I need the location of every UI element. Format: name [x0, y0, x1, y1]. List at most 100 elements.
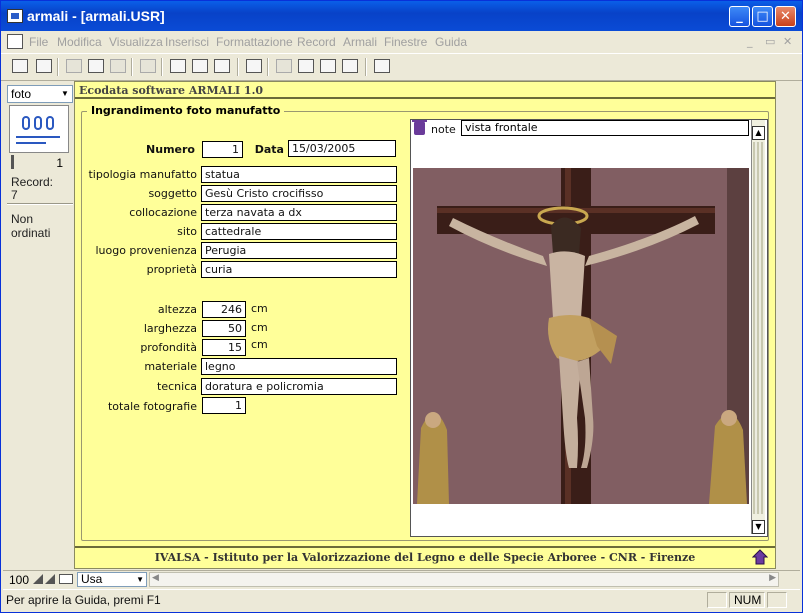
scroll-left-icon[interactable]: ◀ — [152, 573, 159, 583]
close-button[interactable]: ✕ — [775, 6, 796, 27]
status-area: foto ▼ 1 Record: 7 Non ordinati — [3, 83, 73, 569]
book-line — [16, 142, 46, 144]
menu-record[interactable]: Record — [297, 35, 336, 49]
altezza-field[interactable]: 246 — [202, 301, 246, 318]
paste-icon[interactable] — [109, 58, 127, 76]
undo-icon[interactable] — [139, 58, 157, 76]
record-label: Record: — [11, 175, 54, 189]
soggetto-field[interactable]: Gesù Cristo crocifisso — [201, 185, 397, 202]
mode-bar: 100 Usa ▼ ◀ ▶ — [3, 570, 800, 587]
numero-field[interactable]: 1 — [202, 141, 243, 158]
layout-select[interactable]: foto ▼ — [7, 85, 73, 103]
app-icon[interactable] — [7, 9, 23, 23]
totale-fotografie-label: totale fotografie — [107, 400, 197, 413]
copy-icon[interactable] — [87, 58, 105, 76]
larghezza-label: larghezza — [143, 322, 197, 335]
window-title: armali - [armali.USR] — [27, 8, 165, 24]
menu-modifica[interactable]: Modifica — [57, 35, 102, 49]
mode-select[interactable]: Usa ▼ — [77, 572, 147, 587]
mdi-restore-icon[interactable]: ▭ — [765, 35, 775, 48]
find-icon[interactable] — [191, 58, 209, 76]
crucifix-photo[interactable] — [413, 168, 749, 504]
menu-file[interactable]: File — [29, 35, 48, 49]
status-area-toggle-icon[interactable] — [59, 574, 73, 584]
maximize-button[interactable]: □ — [752, 6, 773, 27]
print-icon[interactable] — [11, 58, 29, 76]
proprieta-field[interactable]: curia — [201, 261, 397, 278]
import-icon[interactable] — [275, 58, 293, 76]
app-header: Ecodata software ARMALI 1.0 — [75, 82, 775, 99]
profondita-field[interactable]: 15 — [202, 339, 246, 356]
delete-record-icon[interactable] — [341, 58, 359, 76]
scroll-down-icon[interactable]: ▼ — [752, 520, 765, 534]
toolbar-separator — [267, 58, 269, 76]
collocazione-label: collocazione — [129, 206, 197, 219]
new-record-icon[interactable] — [297, 58, 315, 76]
binder-ring-icon — [34, 116, 42, 130]
toolbar-separator — [57, 58, 59, 76]
proprieta-label: proprietà — [146, 263, 197, 276]
menu-formattazione[interactable]: Formattazione — [216, 35, 293, 49]
menu-finestre[interactable]: Finestre — [384, 35, 427, 49]
sito-label: sito — [177, 225, 197, 238]
chevron-down-icon[interactable]: ▼ — [59, 87, 71, 101]
luogo-provenienza-field[interactable]: Perugia — [201, 242, 397, 259]
tipologia-field[interactable]: statua — [201, 166, 397, 183]
zoom-in-icon[interactable] — [45, 574, 55, 584]
scroll-up-icon[interactable]: ▲ — [752, 126, 765, 140]
record-book-icon[interactable] — [9, 105, 69, 153]
note-field[interactable]: vista frontale — [461, 120, 749, 136]
mode-select-value: Usa — [81, 572, 103, 586]
help-icon[interactable] — [373, 58, 391, 76]
title-bar[interactable]: armali - [armali.USR] _ □ ✕ — [1, 1, 802, 31]
document-icon[interactable] — [7, 34, 23, 49]
larghezza-field[interactable]: 50 — [202, 320, 246, 337]
scroll-right-icon[interactable]: ▶ — [769, 573, 776, 583]
layout-icon[interactable] — [213, 58, 231, 76]
window-vertical-scroll[interactable] — [777, 81, 800, 569]
chevron-down-icon[interactable]: ▼ — [136, 573, 144, 586]
divider — [7, 203, 73, 205]
num-lock-indicator: NUM — [729, 592, 765, 608]
binder-ring-icon — [46, 116, 54, 130]
mdi-close-icon[interactable]: ✕ — [783, 35, 792, 48]
collocazione-field[interactable]: terza navata a dx — [201, 204, 397, 221]
sito-field[interactable]: cattedrale — [201, 223, 397, 240]
numero-label: Numero — [146, 143, 195, 156]
layout-select-value: foto — [11, 87, 32, 101]
menu-visualizza[interactable]: Visualizza — [109, 35, 163, 49]
menu-guida[interactable]: Guida — [435, 35, 467, 49]
scrollbar-thumb[interactable] — [753, 142, 764, 514]
tecnica-field[interactable]: doratura e policromia — [201, 378, 397, 395]
photo-scrollbar[interactable]: ▲ ▼ — [751, 120, 765, 534]
slider-handle[interactable] — [11, 155, 14, 169]
record-slider[interactable]: 1 — [9, 153, 69, 171]
zoom-level[interactable]: 100 — [9, 573, 29, 587]
menu-inserisci[interactable]: Inserisci — [165, 35, 209, 49]
browse-icon[interactable] — [169, 58, 187, 76]
cut-icon[interactable] — [65, 58, 83, 76]
status-cell-empty — [707, 592, 727, 608]
zoom-out-icon[interactable] — [33, 574, 43, 584]
app-window: armali - [armali.USR] _ □ ✕ File Modific… — [0, 0, 803, 613]
materiale-field[interactable]: legno — [201, 358, 397, 375]
record-slider-value: 1 — [56, 156, 63, 170]
totale-fotografie-field[interactable]: 1 — [202, 397, 246, 414]
note-label: note — [431, 123, 456, 136]
home-icon[interactable] — [751, 549, 769, 565]
data-field[interactable]: 15/03/2005 — [288, 140, 396, 157]
altezza-label: altezza — [157, 303, 197, 316]
mdi-minimize-icon[interactable]: _ — [747, 35, 753, 48]
minimize-button[interactable]: _ — [729, 6, 750, 27]
toolbar-separator — [365, 58, 367, 76]
soggetto-label: soggetto — [148, 187, 197, 200]
menu-armali[interactable]: Armali — [343, 35, 377, 49]
trash-icon[interactable] — [412, 120, 427, 135]
status-text: Per aprire la Guida, premi F1 — [6, 593, 161, 607]
tecnica-label: tecnica — [157, 380, 197, 393]
spellcheck-icon[interactable] — [35, 58, 53, 76]
duplicate-record-icon[interactable] — [319, 58, 337, 76]
sort-status: Non ordinati — [11, 212, 51, 240]
horizontal-scrollbar[interactable]: ◀ ▶ — [149, 572, 779, 587]
sort-icon[interactable] — [245, 58, 263, 76]
